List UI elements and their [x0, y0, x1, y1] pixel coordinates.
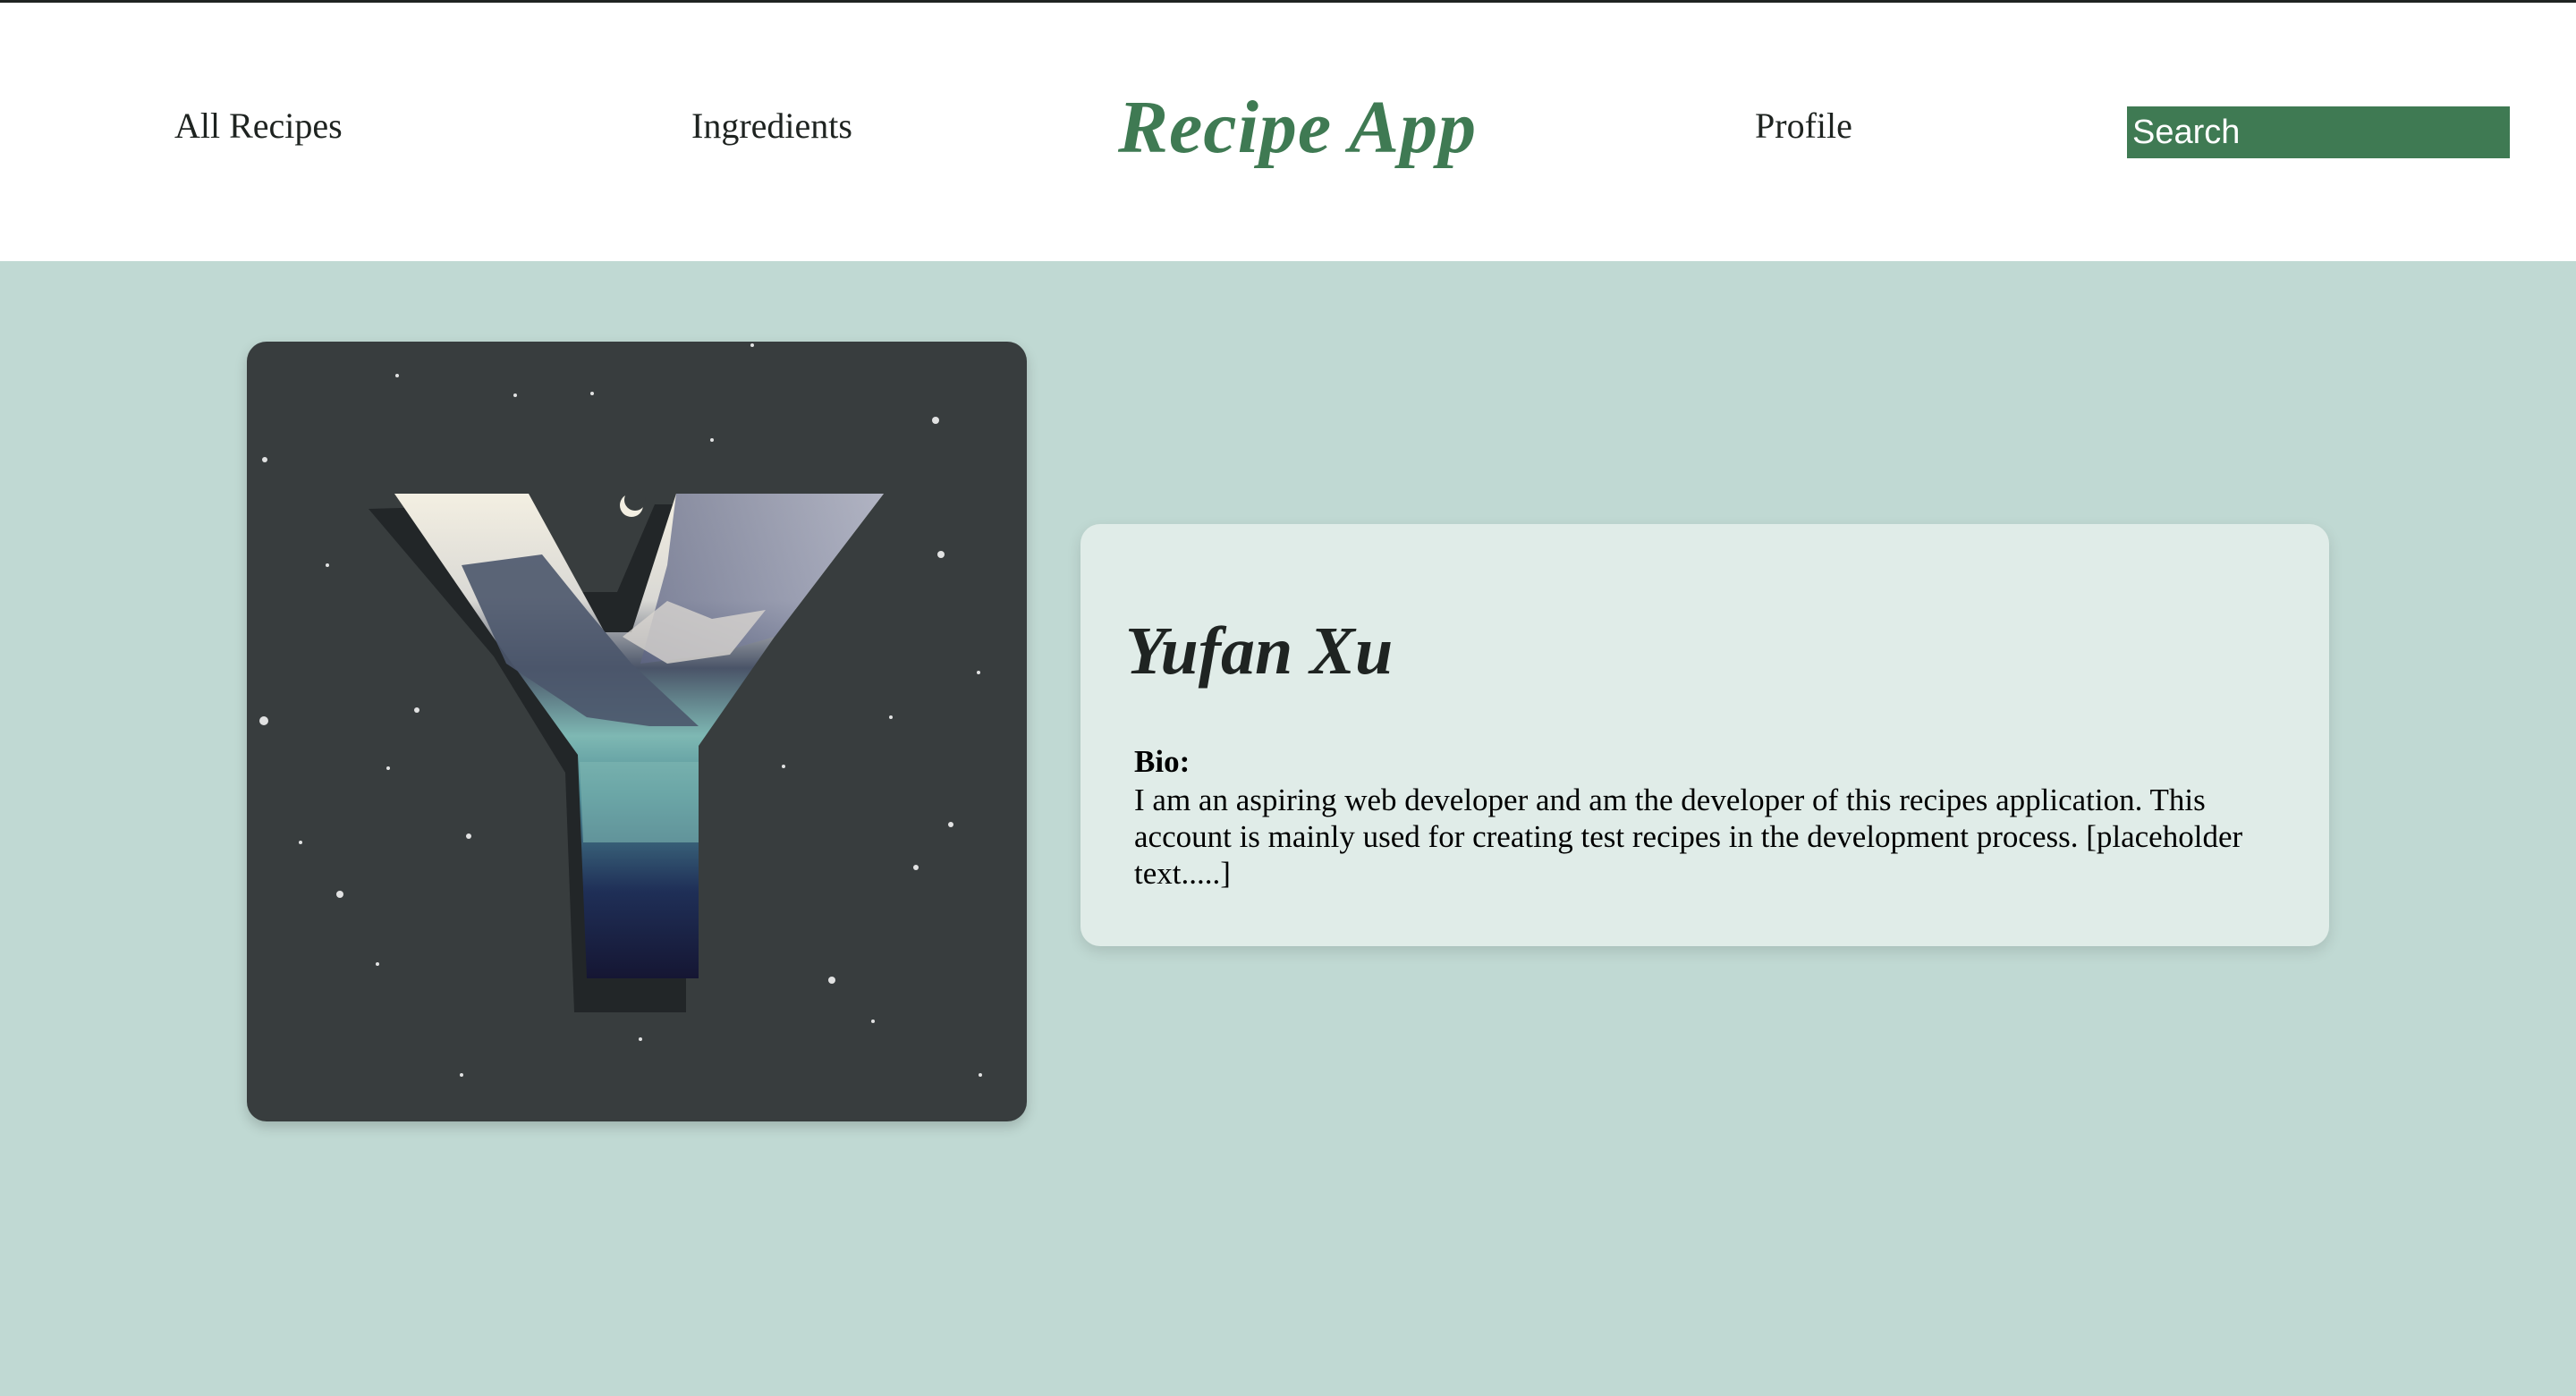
nav-all-recipes[interactable]: All Recipes: [174, 108, 343, 144]
navbar: All Recipes Ingredients Recipe App Profi…: [0, 3, 2576, 261]
nav-profile[interactable]: Profile: [1755, 108, 1852, 144]
profile-card: Yufan Xu Bio: I am an aspiring web devel…: [1080, 524, 2329, 946]
search-input[interactable]: [2127, 106, 2510, 158]
bio-text: I am an aspiring web developer and am th…: [1134, 783, 2243, 891]
letter-y-landscape-avatar-icon: [259, 343, 982, 1077]
profile-avatar: [247, 342, 1027, 1121]
nav-ingredients[interactable]: Ingredients: [691, 108, 852, 144]
bio-label: Bio:: [1134, 744, 1191, 779]
brand-title[interactable]: Recipe App: [1118, 90, 1477, 165]
profile-name: Yufan Xu: [1125, 613, 1394, 689]
